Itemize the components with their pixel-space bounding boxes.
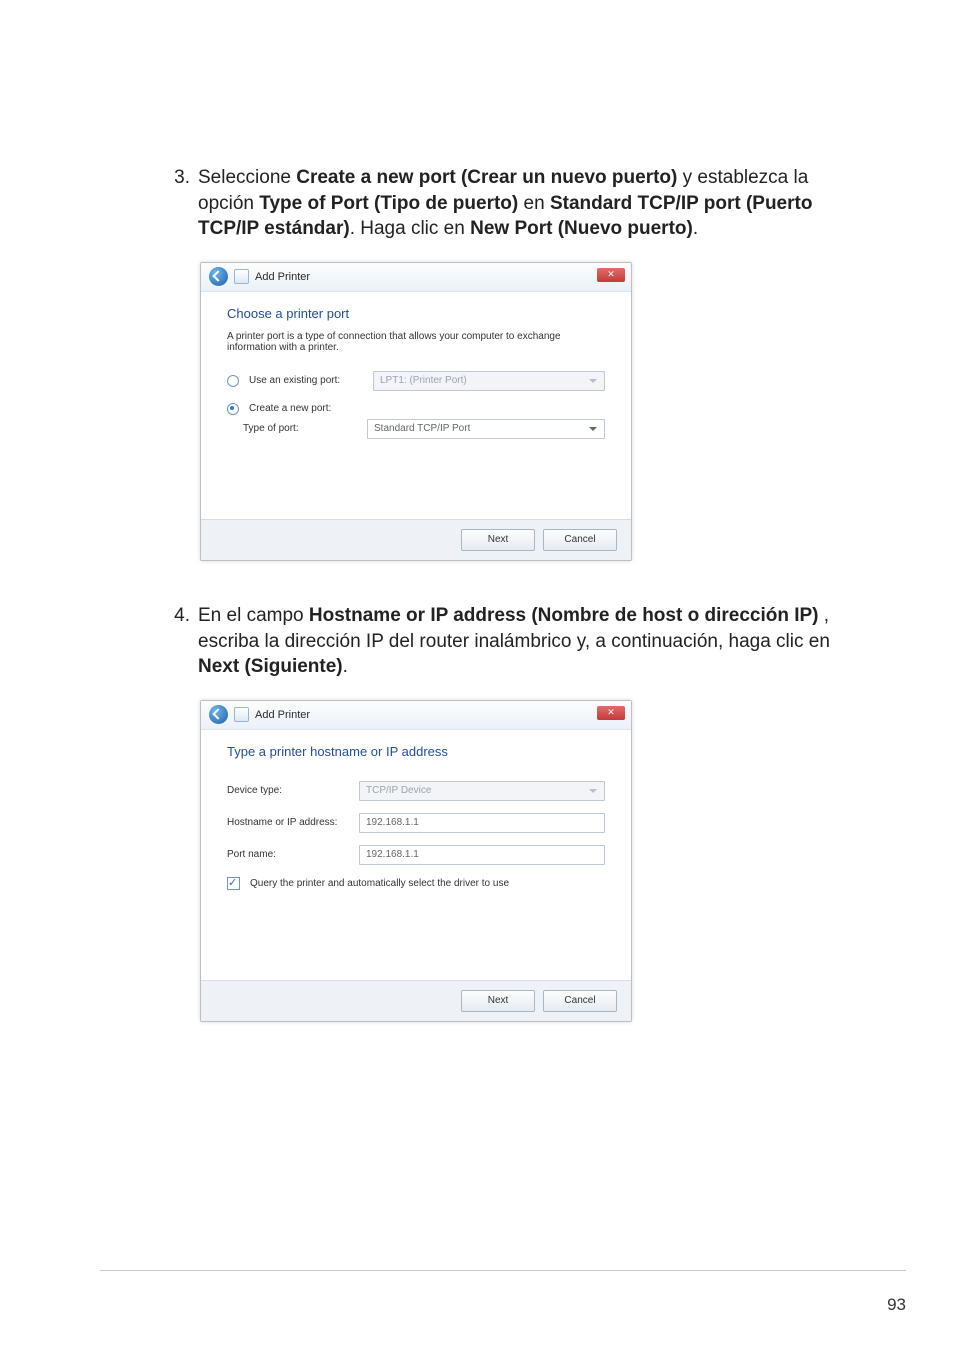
back-icon[interactable] bbox=[209, 705, 228, 724]
device-type-select[interactable]: TCP/IP Device bbox=[359, 781, 605, 801]
device-type-label: Device type: bbox=[227, 785, 355, 796]
step-3: 3. Seleccione Create a new port (Crear u… bbox=[160, 165, 854, 242]
create-new-port-label: Create a new port: bbox=[249, 403, 369, 414]
step-4-number: 4. bbox=[160, 603, 198, 680]
step-4-text: En el campo Hostname or IP address (Nomb… bbox=[198, 603, 854, 680]
use-existing-port-label: Use an existing port: bbox=[249, 375, 369, 386]
hostname-label: Hostname or IP address: bbox=[227, 817, 355, 828]
dialog-heading: Choose a printer port bbox=[227, 306, 605, 321]
page-number: 93 bbox=[887, 1295, 906, 1315]
cancel-button[interactable]: Cancel bbox=[543, 990, 617, 1012]
port-name-input[interactable]: 192.168.1.1 bbox=[359, 845, 605, 865]
step-3-text: Seleccione Create a new port (Crear un n… bbox=[198, 165, 854, 242]
window-title: Add Printer bbox=[255, 271, 310, 283]
use-existing-port-radio[interactable] bbox=[227, 375, 239, 387]
dialog-description: A printer port is a type of connection t… bbox=[227, 331, 605, 353]
printer-icon bbox=[234, 269, 249, 284]
dialog-heading: Type a printer hostname or IP address bbox=[227, 744, 605, 759]
chevron-down-icon bbox=[588, 786, 598, 796]
printer-icon bbox=[234, 707, 249, 722]
chevron-down-icon bbox=[588, 424, 598, 434]
existing-port-select: LPT1: (Printer Port) bbox=[373, 371, 605, 391]
back-icon[interactable] bbox=[209, 267, 228, 286]
type-of-port-label: Type of port: bbox=[227, 423, 363, 434]
cancel-button[interactable]: Cancel bbox=[543, 529, 617, 551]
titlebar: Add Printer bbox=[201, 701, 631, 729]
type-of-port-select[interactable]: Standard TCP/IP Port bbox=[367, 419, 605, 439]
close-icon[interactable] bbox=[597, 268, 625, 282]
titlebar: Add Printer bbox=[201, 263, 631, 291]
add-printer-dialog-port: Add Printer Choose a printer port A prin… bbox=[200, 262, 632, 561]
close-icon[interactable] bbox=[597, 706, 625, 720]
footer-divider bbox=[100, 1270, 906, 1271]
add-printer-dialog-hostname: Add Printer Type a printer hostname or I… bbox=[200, 700, 632, 1022]
step-3-number: 3. bbox=[160, 165, 198, 242]
next-button[interactable]: Next bbox=[461, 990, 535, 1012]
step-4: 4. En el campo Hostname or IP address (N… bbox=[160, 603, 854, 680]
window-title: Add Printer bbox=[255, 709, 310, 721]
chevron-down-icon bbox=[588, 376, 598, 386]
next-button[interactable]: Next bbox=[461, 529, 535, 551]
hostname-input[interactable]: 192.168.1.1 bbox=[359, 813, 605, 833]
create-new-port-radio[interactable] bbox=[227, 403, 239, 415]
query-printer-checkbox[interactable] bbox=[227, 877, 240, 890]
port-name-label: Port name: bbox=[227, 849, 355, 860]
query-printer-label: Query the printer and automatically sele… bbox=[250, 878, 509, 889]
